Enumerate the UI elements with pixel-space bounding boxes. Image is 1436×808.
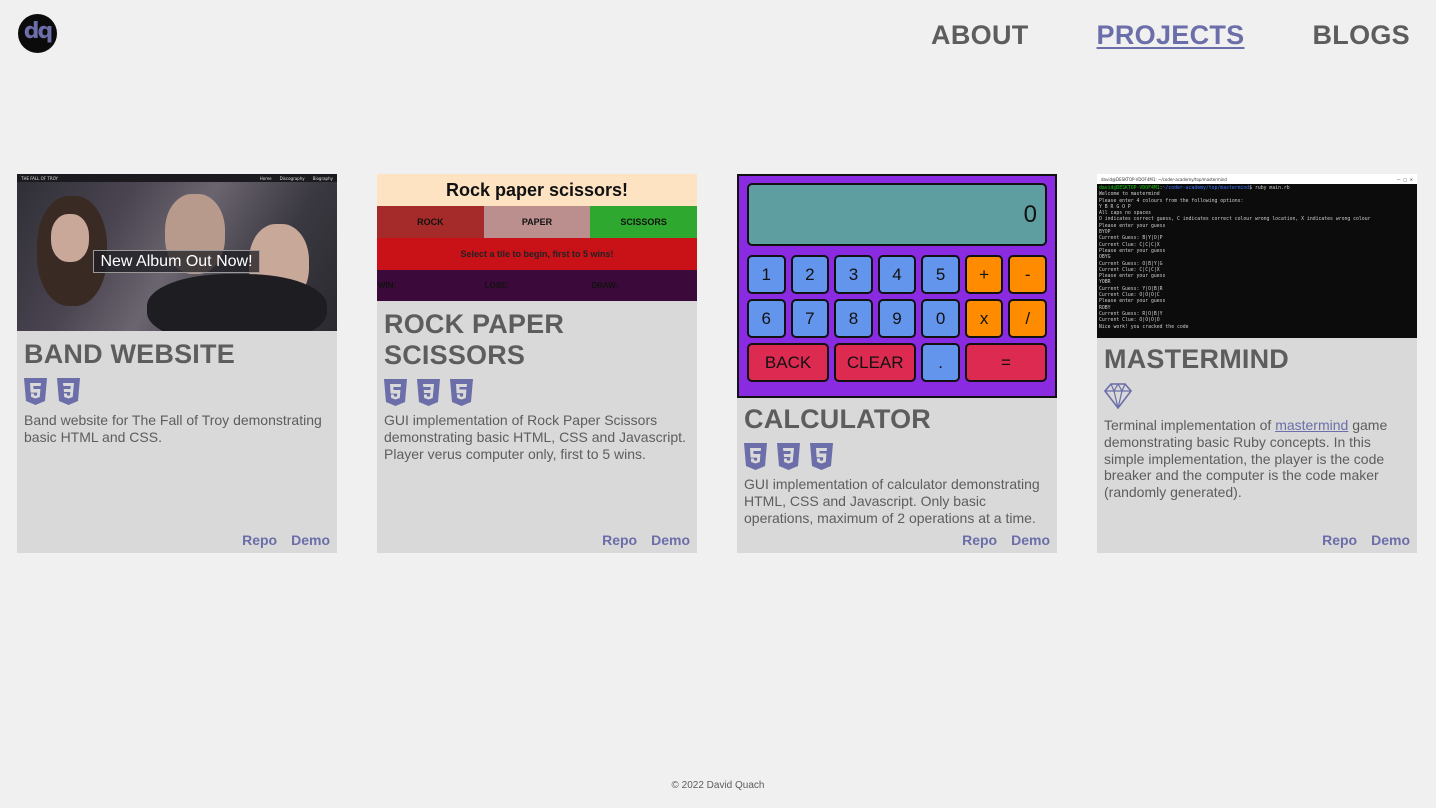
band-clothing: [147, 274, 327, 331]
band-member-1-face: [51, 214, 89, 262]
project-description: Band website for The Fall of Troy demons…: [24, 412, 322, 445]
terminal-window-title: david@DESKTOP-VDOF4M1: ~/coder-academy/t…: [1101, 176, 1227, 182]
calc-key-clear: CLEAR: [834, 343, 917, 382]
calc-key: 8: [834, 299, 873, 338]
calc-key: 7: [790, 299, 830, 338]
rps-paper-tile: PAPER: [483, 206, 591, 238]
project-links: Repo Demo: [602, 532, 690, 548]
calc-key-dot: .: [921, 343, 960, 382]
tech-icons: [377, 379, 697, 406]
html5-icon: [384, 379, 407, 406]
logo-text: dq: [23, 19, 53, 44]
terminal-lines: Welcome to mastermind Please enter 4 colo…: [1099, 192, 1415, 331]
band-site-nav-discography: Discography: [279, 175, 305, 181]
html5-icon: [744, 443, 767, 470]
nav-about-link[interactable]: ABOUT: [931, 20, 1029, 51]
rps-choices: ROCK PAPER SCISSORS: [377, 206, 697, 238]
prompt-user: david@DESKTOP-VDOF4M1: [1099, 186, 1160, 191]
calc-key-divide: /: [1008, 299, 1047, 338]
calc-display: 0: [747, 183, 1047, 246]
prompt-command: $ ruby main.rb: [1249, 186, 1290, 191]
javascript-icon: [450, 379, 473, 406]
rps-lose-label: LOSE:: [484, 281, 510, 290]
nav-blogs-link[interactable]: BLOGS: [1312, 20, 1410, 51]
css3-icon: [777, 443, 800, 470]
description-text: Terminal implementation of: [1104, 417, 1276, 433]
rps-scoreboard: WIN: LOSE: DRAW:: [377, 270, 697, 301]
project-links: Repo Demo: [962, 532, 1050, 548]
mastermind-screenshot: david@DESKTOP-VDOF4M1: ~/coder-academy/t…: [1097, 174, 1417, 338]
project-title: CALCULATOR: [744, 404, 931, 434]
calc-key: 3: [834, 255, 873, 294]
calc-key-plus: +: [964, 255, 1004, 294]
rps-title: Rock paper scissors!: [377, 174, 697, 206]
project-title: MASTERMIND: [1104, 344, 1289, 374]
repo-link[interactable]: Repo: [602, 532, 637, 548]
repo-link[interactable]: Repo: [242, 532, 277, 548]
project-card-calculator: 0 1 2 3 4 5 + - 6 7 8 9 0 x / BACK CLEAR…: [737, 174, 1057, 553]
calc-key-minus: -: [1008, 255, 1047, 294]
demo-link[interactable]: Demo: [1371, 532, 1410, 548]
mastermind-link[interactable]: mastermind: [1275, 417, 1348, 433]
window-controls-icon: — □ ✕: [1396, 176, 1413, 182]
rps-screenshot: Rock paper scissors! ROCK PAPER SCISSORS…: [377, 174, 697, 301]
repo-link[interactable]: Repo: [962, 532, 997, 548]
terminal-titlebar: david@DESKTOP-VDOF4M1: ~/coder-academy/t…: [1097, 174, 1417, 184]
calc-keypad: 1 2 3 4 5 + - 6 7 8 9 0 x / BACK CLEAR .…: [747, 255, 1047, 382]
css3-icon: [57, 378, 80, 405]
calc-key: 1: [747, 255, 786, 294]
html5-icon: [24, 378, 47, 405]
project-card-mastermind: david@DESKTOP-VDOF4M1: ~/coder-academy/t…: [1097, 174, 1417, 553]
project-links: Repo Demo: [242, 532, 330, 548]
band-site-nav-biography: Biography: [312, 175, 333, 181]
demo-link[interactable]: Demo: [291, 532, 330, 548]
project-description: GUI implementation of Rock Paper Scissor…: [384, 412, 686, 462]
prompt-path: ~/coder-academy/top/mastermind: [1162, 186, 1250, 191]
project-title: BAND WEBSITE: [24, 339, 235, 369]
javascript-icon: [810, 443, 833, 470]
project-title: ROCK PAPER SCISSORS: [384, 309, 565, 370]
calculator-screenshot: 0 1 2 3 4 5 + - 6 7 8 9 0 x / BACK CLEAR…: [737, 174, 1057, 398]
new-album-banner: New Album Out Now!: [93, 250, 260, 273]
repo-link[interactable]: Repo: [1322, 532, 1357, 548]
calc-key-back: BACK: [747, 343, 830, 382]
project-description: GUI implementation of calculator demonst…: [744, 476, 1040, 526]
calc-key: 5: [921, 255, 960, 294]
rps-win-label: WIN:: [378, 281, 397, 290]
project-card-rock-paper-scissors: Rock paper scissors! ROCK PAPER SCISSORS…: [377, 174, 697, 553]
calc-key: 6: [747, 299, 786, 338]
rps-message: Select a tile to begin, first to 5 wins!: [377, 238, 697, 270]
rps-rock-tile: ROCK: [377, 206, 484, 238]
css3-icon: [417, 379, 440, 406]
band-website-screenshot: THE FALL OF TROY Home Discography Biogra…: [17, 174, 337, 331]
calc-key-multiply: x: [964, 299, 1004, 338]
calc-key: 0: [921, 299, 960, 338]
band-site-title: THE FALL OF TROY: [21, 175, 58, 181]
terminal-line: Nice work! you cracked the code: [1099, 324, 1189, 330]
calc-key: 4: [877, 255, 917, 294]
band-site-topbar: THE FALL OF TROY Home Discography Biogra…: [17, 174, 337, 182]
logo[interactable]: dq: [18, 14, 57, 53]
project-links: Repo Demo: [1322, 532, 1410, 548]
rps-draw-label: DRAW:: [591, 281, 619, 290]
ruby-icon: [1104, 383, 1132, 409]
footer-copyright: © 2022 David Quach: [671, 780, 765, 791]
tech-icons: [1097, 383, 1417, 409]
demo-link[interactable]: Demo: [1011, 532, 1050, 548]
project-description: Terminal implementation of mastermind ga…: [1097, 417, 1417, 501]
terminal-output: david@DESKTOP-VDOF4M1:~/coder-academy/to…: [1097, 184, 1417, 333]
nav-projects-link[interactable]: PROJECTS: [1097, 20, 1245, 51]
tech-icons: [17, 378, 337, 405]
tech-icons: [737, 443, 1057, 470]
project-card-band-website: THE FALL OF TROY Home Discography Biogra…: [17, 174, 337, 553]
demo-link[interactable]: Demo: [651, 532, 690, 548]
main-nav: ABOUT PROJECTS BLOGS: [931, 20, 1410, 51]
rps-scissors-tile: SCISSORS: [590, 206, 697, 238]
calc-key: 9: [877, 299, 917, 338]
calc-key-equals: =: [964, 343, 1047, 382]
terminal-line: O indicates correct guess, C indicates c…: [1099, 217, 1371, 223]
band-site-nav-home: Home: [259, 175, 272, 181]
calc-key: 2: [790, 255, 830, 294]
